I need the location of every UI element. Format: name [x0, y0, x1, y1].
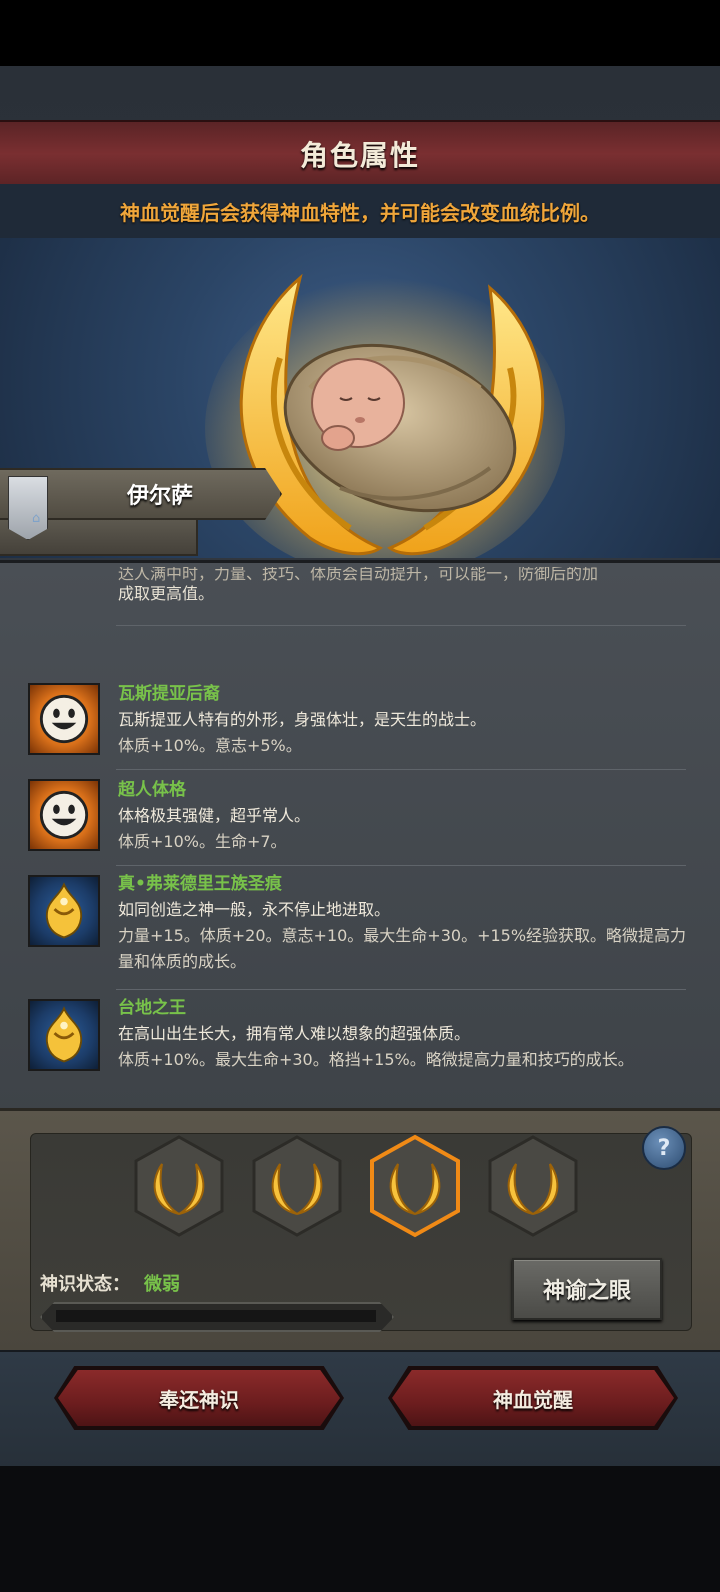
trait-description: 如同创造之神一般，永不停止地进取。 [118, 900, 391, 919]
banner-flag-icon[interactable] [8, 476, 48, 540]
smile-icon [28, 683, 100, 755]
divine-slot-4[interactable] [486, 1134, 580, 1238]
question-icon: ? [657, 1135, 671, 1161]
trait-effect: 体质+10%。生命+7。 [118, 832, 287, 851]
divine-slot-3-selected[interactable] [368, 1134, 462, 1238]
divine-progress-fill [56, 1310, 376, 1322]
trait-name: 台地之王 [118, 998, 186, 1018]
divine-status-value: 微弱 [144, 1274, 180, 1295]
divine-slot-2[interactable] [250, 1134, 344, 1238]
trait-description: 体格极其强健，超乎常人。 [118, 806, 311, 825]
divine-slot-1[interactable] [132, 1134, 226, 1238]
trait-description: 在高山出生长大，拥有常人难以想象的超强体质。 [118, 1024, 471, 1043]
trait-cut-line-bottom: 成取更高值。 [118, 584, 215, 603]
crown-icon [28, 875, 100, 947]
awaken-button-label: 神血觉醒 [493, 1387, 573, 1412]
divider [116, 625, 686, 626]
house-icon: ⌂ [32, 511, 41, 526]
divider [116, 989, 686, 990]
return-button-label: 奉还神识 [159, 1387, 239, 1412]
divider [116, 865, 686, 866]
crown-icon [28, 999, 100, 1071]
oracle-eye-button[interactable]: 神谕之眼 [512, 1258, 662, 1320]
help-button[interactable]: ? [642, 1126, 686, 1170]
oracle-eye-label: 神谕之眼 [542, 1279, 631, 1304]
trait-effect: 体质+10%。最大生命+30。格挡+15%。略微提高力量和技巧的成长。 [118, 1050, 634, 1069]
trait-list[interactable]: 达人满中时，力量、技巧、体质会自动提升，可以能一，防御后的加 成取更高值。 瓦斯… [0, 560, 720, 1123]
title-banner: 角色属性 [0, 120, 720, 188]
trait-cut-line-top: 达人满中时，力量、技巧、体质会自动提升，可以能一，防御后的加 [118, 567, 599, 581]
return-divine-sense-button[interactable]: 奉还神识 [58, 1370, 340, 1426]
trait-effect: 体质+10%。意志+5%。 [118, 736, 302, 755]
divider [116, 769, 686, 770]
trait-description: 瓦斯提亚人特有的外形，身强体壮，是天生的战士。 [118, 710, 487, 729]
page-title: 角色属性 [299, 139, 420, 172]
trait-cut-text: 达人满中时，力量、技巧、体质会自动提升，可以能一，防御后的加 成取更高值。 [118, 567, 698, 607]
trait-name: 瓦斯提亚后裔 [118, 684, 220, 704]
trait-name: 真•弗莱德里王族圣痕 [118, 874, 282, 894]
trait-name: 超人体格 [118, 780, 186, 800]
subtitle-banner: 神血觉醒后会获得神血特性，并可能会改变血统比例。 [0, 184, 720, 238]
divine-progress-bar [40, 1302, 394, 1332]
smile-icon [28, 779, 100, 851]
divine-status-label: 神识状态： [40, 1274, 130, 1295]
character-name: 伊尔萨 [126, 484, 193, 509]
page-subtitle: 神血觉醒后会获得神血特性，并可能会改变血统比例。 [120, 200, 600, 225]
trait-effect: 力量+15。体质+20。意志+10。最大生命+30。+15%经验获取。略微提高力… [118, 926, 687, 971]
bottom-letterbox [0, 1466, 720, 1592]
divine-blood-awaken-button[interactable]: 神血觉醒 [392, 1370, 674, 1426]
